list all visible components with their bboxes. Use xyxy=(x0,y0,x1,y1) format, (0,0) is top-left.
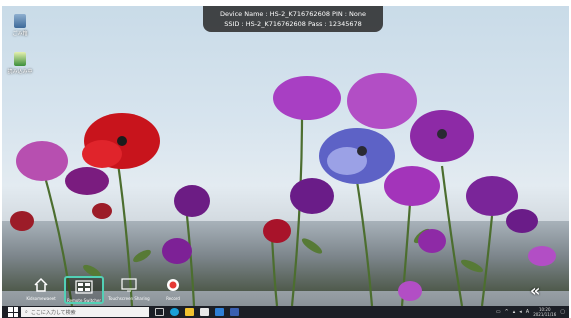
search-icon: ⌕ xyxy=(25,309,28,315)
dock-item-label: Touchscreen Sharing xyxy=(108,296,150,301)
desktop-icon-label: 読み込み中 xyxy=(7,69,33,75)
grid-icon xyxy=(75,278,93,296)
recycle-bin-icon xyxy=(14,14,26,28)
desktop: ごみ箱 読み込み中 Device Name : HS-2_K716762608 … xyxy=(2,6,569,306)
volume-icon[interactable]: ◂ xyxy=(519,309,522,315)
taskbar-search-box[interactable]: ⌕ ここに入力して検索 xyxy=(21,307,149,317)
ssid-pass-text: SSID : HS-2_K716762608 Pass : 12345678 xyxy=(224,20,362,28)
connection-info-banner: Device Name : HS-2_K716762608 PIN : None… xyxy=(203,6,383,32)
dock-item-label: Remote Switcher xyxy=(66,298,102,303)
file-explorer-icon[interactable] xyxy=(185,308,194,316)
chevron-up-icon[interactable]: ^ xyxy=(505,309,509,315)
mail-icon[interactable] xyxy=(215,308,224,316)
desktop-icon-app-shortcut[interactable]: 読み込み中 xyxy=(4,52,36,75)
network-icon[interactable]: ▴ xyxy=(513,309,516,315)
taskbar: ⌕ ここに入力して検索 ▭ ^ ▴ ◂ A 10:20 2021/11/16 ▢ xyxy=(2,306,569,318)
desktop-icon-label: ごみ箱 xyxy=(12,31,28,37)
home-icon xyxy=(32,276,50,294)
dock-item-home[interactable]: Kidsomewaeet xyxy=(22,276,60,304)
edge-icon[interactable] xyxy=(170,308,179,316)
app-shortcut-icon xyxy=(14,52,26,66)
wallpaper-flowers xyxy=(10,73,556,306)
record-icon xyxy=(164,276,182,294)
taskview-icon[interactable] xyxy=(155,308,164,316)
system-tray: ▭ ^ ▴ ◂ A 10:20 2021/11/16 ▢ xyxy=(496,307,569,317)
device-name-pin-text: Device Name : HS-2_K716762608 PIN : None xyxy=(219,10,367,18)
dock-item-remote-switcher[interactable]: Remote Switcher xyxy=(64,276,104,304)
clock[interactable]: 10:20 2021/11/16 xyxy=(533,307,556,317)
desktop-icon-recycle-bin[interactable]: ごみ箱 xyxy=(4,14,36,37)
app-icon[interactable] xyxy=(230,308,239,316)
start-button[interactable] xyxy=(8,307,18,317)
search-placeholder: ここに入力して検索 xyxy=(30,309,76,316)
keyboard-icon[interactable]: ▭ xyxy=(496,309,501,315)
dock-collapse-button[interactable]: « xyxy=(530,281,540,300)
dock-item-label: Record xyxy=(166,296,180,301)
store-icon[interactable] xyxy=(200,308,209,316)
ime-indicator[interactable]: A xyxy=(526,309,529,315)
notification-icon[interactable]: ▢ xyxy=(560,309,565,315)
dock-item-touchscreen-sharing[interactable]: Touchscreen Sharing xyxy=(108,276,150,304)
screen-share-icon xyxy=(120,276,138,294)
dock-item-label: Kidsomewaeet xyxy=(26,296,56,301)
clock-date: 2021/11/16 xyxy=(533,312,557,317)
dock-item-record[interactable]: Record xyxy=(156,276,190,304)
